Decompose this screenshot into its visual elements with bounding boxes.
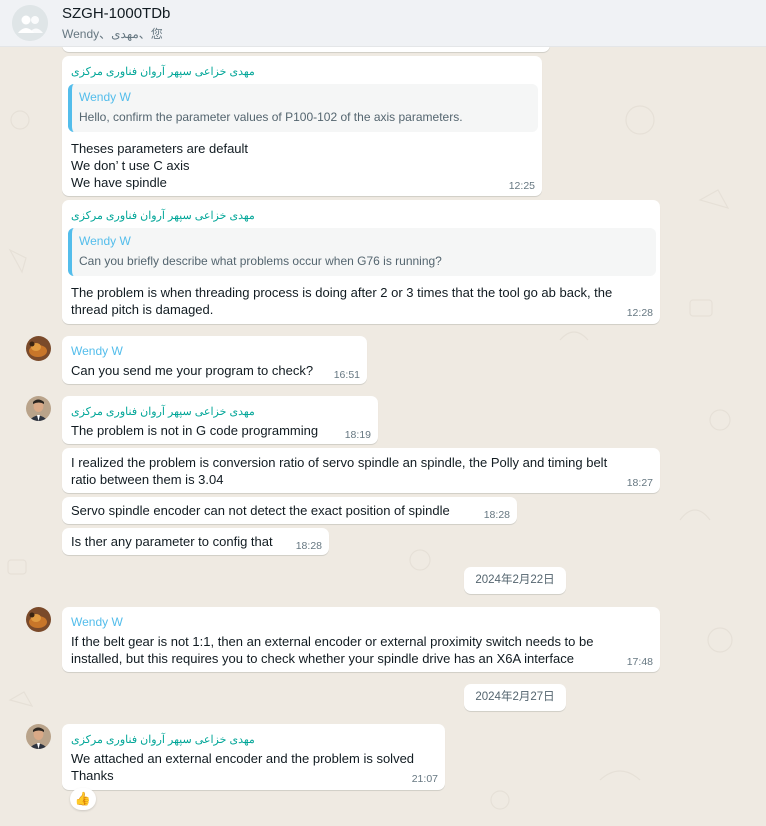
quoted-message[interactable]: Wendy W Can you briefly describe what pr… xyxy=(68,228,656,276)
sender-name[interactable]: Wendy W xyxy=(71,344,123,358)
quote-text: Hello, confirm the parameter values of P… xyxy=(79,110,463,124)
message-bubble[interactable]: Is ther any parameter to config that 18:… xyxy=(62,528,329,555)
message-time: 12:25 xyxy=(508,180,535,192)
message-text: We don’ t use C axis xyxy=(71,158,190,173)
message-text: thread pitch is damaged. xyxy=(71,302,214,317)
chat-header[interactable]: SZGH-1000TDb Wendy、مهدی、您 xyxy=(0,0,766,47)
sender-name[interactable]: Wendy W xyxy=(71,615,123,629)
message-bubble[interactable]: I realized the problem is conversion rat… xyxy=(62,448,660,493)
message-text: We attached an external encoder and the … xyxy=(71,751,415,766)
date-separator: 2024年2月22日 xyxy=(464,567,566,594)
message-text: installed, but this requires you to chec… xyxy=(71,651,574,666)
message-time: 18:28 xyxy=(483,509,510,521)
mahdi-avatar[interactable] xyxy=(26,396,51,421)
message-text: We have spindle xyxy=(71,175,167,190)
wendy-avatar[interactable] xyxy=(26,607,51,632)
message-bubble[interactable]: مهدی خزاعی سپهر آروان فناوری مرکزی The p… xyxy=(62,396,378,444)
message-text: Servo spindle encoder can not detect the… xyxy=(71,503,450,518)
message-time: 18:19 xyxy=(344,429,371,441)
message-time: 12:28 xyxy=(626,307,653,319)
message-text: The problem is when threading process is… xyxy=(71,285,613,300)
sender-name[interactable]: مهدی خزاعی سپهر آروان فناوری مرکزی xyxy=(71,65,255,78)
sender-name[interactable]: مهدی خزاعی سپهر آروان فناوری مرکزی xyxy=(71,733,255,746)
message-text: If the belt gear is not 1:1, then an ext… xyxy=(71,634,594,649)
message-text: I realized the problem is conversion rat… xyxy=(71,455,608,470)
message-bubble[interactable]: Wendy W If the belt gear is not 1:1, the… xyxy=(62,607,660,672)
chat-members[interactable]: Wendy、مهدی、您 xyxy=(62,25,163,42)
mahdi-avatar[interactable] xyxy=(26,724,51,749)
message-text: Thanks xyxy=(71,768,114,783)
message-text: Is ther any parameter to config that xyxy=(71,534,273,549)
message-bubble[interactable]: مهدی خزاعی سپهر آروان فناوری مرکزی Wendy… xyxy=(62,200,660,324)
quote-sender: Wendy W xyxy=(79,234,131,248)
message-time: 21:07 xyxy=(411,773,438,785)
message-bubble[interactable]: Wendy W Can you send me your program to … xyxy=(62,336,367,384)
message-time: 18:28 xyxy=(295,540,322,552)
group-avatar-icon[interactable] xyxy=(12,5,48,41)
message-bubble[interactable]: Servo spindle encoder can not detect the… xyxy=(62,497,517,524)
quote-sender: Wendy W xyxy=(79,90,131,104)
message-time: 18:27 xyxy=(626,477,653,489)
date-separator: 2024年2月27日 xyxy=(464,684,566,711)
message-bubble[interactable]: مهدی خزاعی سپهر آروان فناوری مرکزی We at… xyxy=(62,724,445,790)
quote-text: Can you briefly describe what problems o… xyxy=(79,254,442,268)
message-bubble[interactable]: مهدی خزاعی سپهر آروان فناوری مرکزی Wendy… xyxy=(62,56,542,196)
sender-name[interactable]: مهدی خزاعی سپهر آروان فناوری مرکزی xyxy=(71,405,255,418)
wendy-avatar[interactable] xyxy=(26,336,51,361)
message-text: The problem is not in G code programming xyxy=(71,423,319,438)
chat-title[interactable]: SZGH-1000TDb xyxy=(62,5,170,22)
message-text: ratio between them is 3.04 xyxy=(71,472,224,487)
message-time: 17:48 xyxy=(626,656,653,668)
sender-name[interactable]: مهدی خزاعی سپهر آروان فناوری مرکزی xyxy=(71,209,255,222)
message-time: 16:51 xyxy=(333,369,360,381)
thumbs-up-reaction-icon[interactable]: 👍 xyxy=(70,788,96,810)
message-text: Theses parameters are default xyxy=(71,141,249,156)
quoted-message[interactable]: Wendy W Hello, confirm the parameter val… xyxy=(68,84,538,132)
message-text: Can you send me your program to check? xyxy=(71,363,314,378)
